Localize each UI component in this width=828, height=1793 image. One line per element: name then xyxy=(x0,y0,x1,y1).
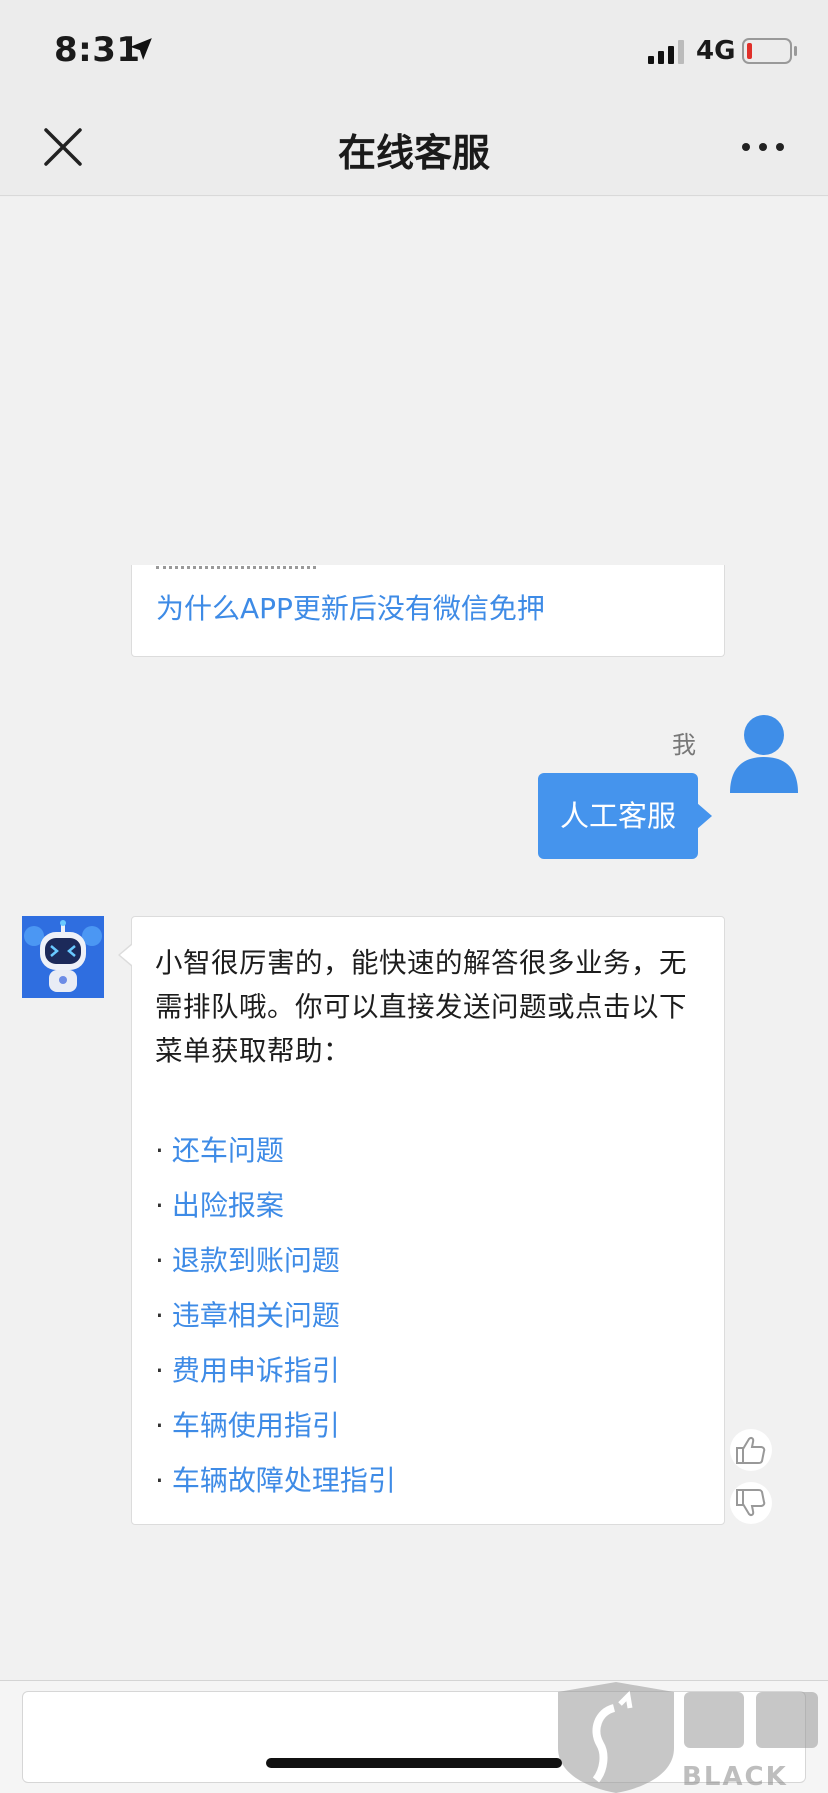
bot-reply-card: 小智很厉害的，能快速的解答很多业务，无需排队哦。你可以直接发送问题或点击以下菜单… xyxy=(118,916,725,1525)
more-icon[interactable] xyxy=(738,132,788,162)
menu-item-label[interactable]: 退款到账问题 xyxy=(172,1244,340,1277)
menu-item[interactable]: · 退款到账问题 xyxy=(155,1233,396,1288)
previous-message-card: 为什么APP更新后没有微信免押 xyxy=(131,565,725,657)
status-bar: 8:31 4G xyxy=(0,0,828,100)
truncated-text xyxy=(156,565,336,573)
menu-item[interactable]: · 违章相关问题 xyxy=(155,1288,396,1343)
signal-icon xyxy=(648,40,684,64)
thumbs-up-icon xyxy=(736,1437,766,1464)
black-cat-watermark: BLACK CAT xyxy=(556,1678,826,1793)
menu-item[interactable]: · 出险报案 xyxy=(155,1178,396,1233)
menu-item-label[interactable]: 费用申诉指引 xyxy=(172,1354,340,1387)
menu-item-label[interactable]: 车辆使用指引 xyxy=(172,1409,340,1442)
user-avatar-icon[interactable] xyxy=(728,713,800,793)
user-message-bubble[interactable]: 人工客服 xyxy=(538,773,712,859)
navigation-bar: 在线客服 xyxy=(0,100,828,196)
menu-item-label[interactable]: 车辆故障处理指引 xyxy=(172,1464,396,1497)
chat-area[interactable]: 为什么APP更新后没有微信免押 我 人工客服 小智很厉害的，能快速的解答很多业务… xyxy=(0,197,828,1680)
location-arrow-icon xyxy=(130,38,152,60)
thumbs-down-button[interactable] xyxy=(730,1482,772,1524)
sender-label: 我 xyxy=(672,731,696,759)
robot-avatar-icon[interactable] xyxy=(22,916,104,998)
faq-link[interactable]: 为什么APP更新后没有微信免押 xyxy=(156,587,545,627)
home-indicator[interactable] xyxy=(266,1758,562,1768)
thumbs-down-icon xyxy=(736,1489,766,1516)
battery-low-icon xyxy=(742,38,797,64)
menu-item-label[interactable]: 还车问题 xyxy=(172,1134,284,1167)
menu-item[interactable]: · 车辆使用指引 xyxy=(155,1398,396,1453)
menu-item[interactable]: · 费用申诉指引 xyxy=(155,1343,396,1398)
menu-item-label[interactable]: 违章相关问题 xyxy=(172,1299,340,1332)
bot-intro-text: 小智很厉害的，能快速的解答很多业务，无需排队哦。你可以直接发送问题或点击以下菜单… xyxy=(155,947,687,1067)
thumbs-up-button[interactable] xyxy=(730,1429,772,1471)
menu-item[interactable]: · 车辆故障处理指引 xyxy=(155,1453,396,1508)
menu-item-label[interactable]: 出险报案 xyxy=(172,1189,284,1222)
page-title: 在线客服 xyxy=(337,131,490,175)
watermark-text: BLACK CAT xyxy=(682,1762,788,1793)
menu-item[interactable]: · 还车问题 xyxy=(155,1123,396,1178)
network-type: 4G xyxy=(696,36,736,66)
help-menu: · 还车问题 · 出险报案 · 退款到账问题 · 违章相关问题 · 费用申诉指引 · 车辆使… xyxy=(155,1123,396,1508)
